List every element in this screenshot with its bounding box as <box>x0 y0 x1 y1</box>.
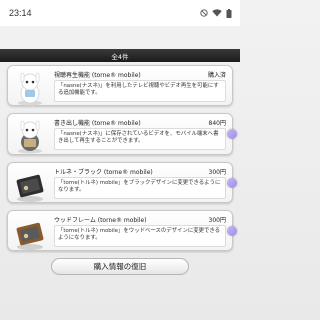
wifi-icon <box>212 9 222 17</box>
status-bar: 23:14 <box>0 0 240 26</box>
do-not-disturb-icon <box>200 9 208 17</box>
list-item[interactable]: ウッドフレーム (torne® mobile) 300円 「torne(トルネ)… <box>7 210 237 251</box>
item-description: 「nasne(ナスネ)」に保存されているビデオを、モバイル端末へ書き出して再生す… <box>54 128 226 150</box>
restore-purchases-button[interactable]: 購入情報の復旧 <box>51 258 189 275</box>
item-count-label: 全4件 <box>111 52 129 61</box>
purchase-arrow-icon[interactable] <box>227 129 237 139</box>
item-title: ウッドフレーム (torne® mobile) <box>54 217 147 224</box>
dressed-character-thumbnail-icon <box>13 118 47 160</box>
item-price: 300円 <box>208 217 226 224</box>
purchase-arrow-icon[interactable] <box>227 226 237 236</box>
item-description: 「torne(トルネ) mobile」をウッドベースのデザインに変更できるように… <box>54 225 226 247</box>
item-status: 購入済 <box>207 72 226 79</box>
black-design-thumbnail-icon <box>13 167 47 209</box>
status-icons <box>200 8 232 18</box>
item-description: 「torne(トルネ) mobile」をブラックデザインに変更できるようになりま… <box>54 177 226 199</box>
item-title: トルネ・ブラック (torne® mobile) <box>54 169 153 176</box>
item-title: 書き出し機能 (torne® mobile) <box>54 120 141 127</box>
list-item[interactable]: トルネ・ブラック (torne® mobile) 300円 「torne(トルネ… <box>7 162 237 203</box>
character-thumbnail-icon <box>13 70 47 112</box>
item-price: 840円 <box>208 120 226 127</box>
item-count-bar: 全4件 <box>0 49 240 62</box>
restore-purchases-label: 購入情報の復旧 <box>93 262 147 271</box>
list-item[interactable]: 視聴再生機能 (torne® mobile) 購入済 「nasne(ナスネ)」を… <box>7 65 233 106</box>
purchase-arrow-icon[interactable] <box>227 178 237 188</box>
item-price: 300円 <box>208 169 226 176</box>
item-title: 視聴再生機能 (torne® mobile) <box>54 72 141 79</box>
status-time: 23:14 <box>9 8 32 18</box>
list-item[interactable]: 書き出し機能 (torne® mobile) 840円 「nasne(ナスネ)」… <box>7 113 237 155</box>
item-description: 「nasne(ナスネ)」を利用したテレビ視聴やビデオ再生を可能にする追加機能です… <box>54 80 226 102</box>
wood-frame-thumbnail-icon <box>13 215 47 257</box>
battery-icon <box>226 8 232 18</box>
